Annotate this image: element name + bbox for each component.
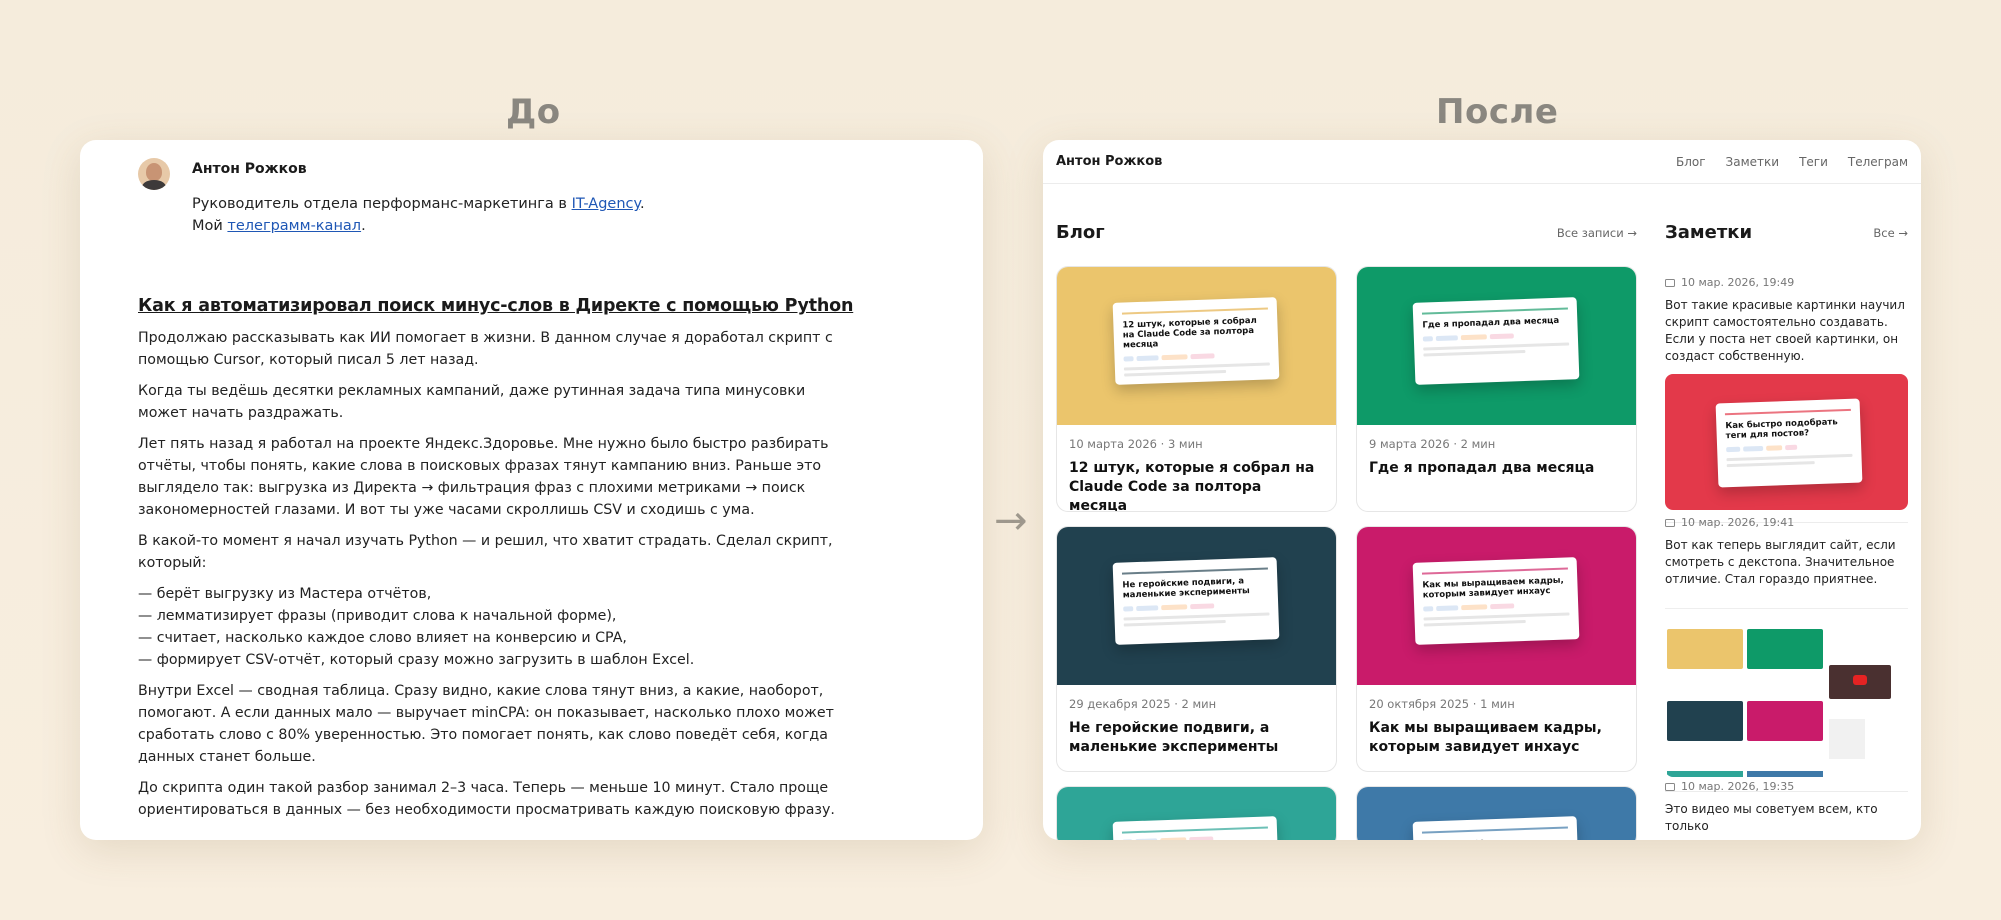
cover-title: 12 штук, которые я собрал на Claude Code… (1122, 315, 1257, 351)
blog-post-card[interactable] (1056, 786, 1337, 840)
note-item[interactable]: 10 мар. 2026, 19:35 Это видео мы советуе… (1665, 780, 1908, 835)
post-date: 10 марта 2026 (1069, 437, 1157, 451)
image-icon (1665, 518, 1675, 527)
cover-title: Как мы выращиваем кадры, которым завидуе… (1422, 575, 1564, 601)
article-paragraph: Продолжаю рассказывать как ИИ помогает в… (138, 330, 833, 368)
site-header: Антон Рожков Блог Заметки Теги Телеграм (1043, 140, 1921, 184)
blog-post-card[interactable]: 12 штук, которые я собрал на Claude Code… (1056, 266, 1337, 512)
telegram-channel-link[interactable]: телеграмм-канал (227, 218, 361, 234)
post-cover: Где я пропадал два месяца (1357, 267, 1636, 425)
post-meta: 9 марта 2026 · 2 мин (1369, 437, 1496, 451)
notes-section-header: Заметки Все → (1665, 222, 1908, 243)
before-label: До (506, 92, 561, 132)
author-description: Руководитель отдела перформанс-маркетинг… (192, 193, 645, 237)
blog-post-card[interactable]: Не геройские подвиги, а маленькие экспер… (1056, 526, 1337, 772)
post-read-time: 3 мин (1167, 437, 1203, 451)
before-screenshot: Антон Рожков Руководитель отдела перформ… (80, 140, 983, 840)
article: Как я автоматизировал поиск минус-слов в… (138, 296, 858, 830)
article-paragraph: — берёт выгрузку из Мастера отчётов, — л… (138, 586, 695, 668)
article-paragraph: До скрипта один такой разбор занимал 2–3… (138, 780, 835, 818)
author-name: Антон Рожков (192, 161, 307, 177)
nav-blog[interactable]: Блог (1676, 155, 1706, 169)
note-item[interactable]: 10 мар. 2026, 19:49 Вот такие красивые к… (1665, 276, 1908, 523)
note-date: 10 мар. 2026, 19:49 (1681, 276, 1795, 289)
cover-title: Не геройские подвиги, а маленькие экспер… (1122, 576, 1250, 601)
author-block: Антон Рожков Руководитель отдела перформ… (138, 156, 645, 237)
image-icon (1665, 278, 1675, 287)
channel-suffix: . (361, 218, 366, 234)
nav-telegram[interactable]: Телеграм (1848, 155, 1908, 169)
author-desc-suffix: . (640, 196, 645, 212)
all-posts-link[interactable]: Все записи → (1557, 226, 1637, 240)
post-read-time: 1 мин (1480, 697, 1515, 711)
blog-post-card[interactable]: Как мы выращиваем кадры, которым завидуе… (1356, 526, 1637, 772)
notes-title: Заметки (1665, 222, 1753, 243)
post-date: 29 декабря 2025 (1069, 697, 1171, 711)
arrow-right-icon: → (994, 498, 1028, 544)
post-cover: Немного про (1357, 787, 1636, 840)
post-cover: Как мы выращиваем кадры, которым завидуе… (1357, 527, 1636, 685)
note-text: Это видео мы советуем всем, кто только (1665, 802, 1878, 833)
after-screenshot: Антон Рожков Блог Заметки Теги Телеграм … (1043, 140, 1921, 840)
after-label: После (1436, 92, 1559, 132)
article-paragraph: Когда ты ведёшь десятки рекламных кампан… (138, 383, 806, 421)
nav-tags[interactable]: Теги (1799, 155, 1828, 169)
blog-section-header: Блог Все записи → (1056, 222, 1637, 243)
note-date: 10 мар. 2026, 19:41 (1681, 516, 1795, 529)
post-meta: 29 декабря 2025 · 2 мин (1069, 697, 1217, 711)
top-nav: Блог Заметки Теги Телеграм (1676, 155, 1908, 169)
blog-post-card[interactable]: Немного про (1356, 786, 1637, 840)
avatar (138, 158, 170, 190)
post-meta: 20 октября 2025 · 1 мин (1369, 697, 1515, 711)
post-title[interactable]: Как мы выращиваем кадры, которым завидуе… (1369, 719, 1624, 757)
cover-title: Где я пропадал два месяца (1422, 315, 1560, 331)
post-date: 20 октября 2025 (1369, 697, 1470, 711)
post-meta: 10 марта 2026 · 3 мин (1069, 437, 1203, 451)
post-date: 9 марта 2026 (1369, 437, 1450, 451)
note-cover-title: Как быстро подобрать теги для постов? (1725, 417, 1838, 442)
blog-title: Блог (1056, 222, 1105, 243)
note-text: Вот как теперь выглядит сайт, если смотр… (1665, 538, 1896, 586)
post-read-time: 2 мин (1181, 697, 1217, 711)
note-item[interactable]: 10 мар. 2026, 19:41 Вот как теперь выгля… (1665, 516, 1908, 792)
site-brand[interactable]: Антон Рожков (1056, 154, 1162, 169)
article-paragraph: В какой-то момент я начал изучать Python… (138, 533, 833, 571)
channel-prefix: Мой (192, 218, 228, 234)
note-date: 10 мар. 2026, 19:35 (1681, 780, 1795, 793)
post-read-time: 2 мин (1460, 437, 1496, 451)
note-cover-image[interactable]: Как быстро подобрать теги для постов? (1665, 374, 1908, 510)
article-paragraph: Лет пять назад я работал на проекте Янде… (138, 436, 829, 518)
post-cover: 12 штук, которые я собрал на Claude Code… (1057, 267, 1336, 425)
video-icon (1665, 782, 1675, 791)
article-paragraph: Внутри Excel — сводная таблица. Сразу ви… (138, 683, 834, 765)
cover-title: Немного про (1422, 834, 1568, 840)
post-title[interactable]: Где я пропадал два месяца (1369, 459, 1624, 478)
article-title-link[interactable]: Как я автоматизировал поиск минус-слов в… (138, 296, 858, 316)
company-link[interactable]: IT-Agency (572, 196, 640, 212)
post-cover (1057, 787, 1336, 840)
nav-notes[interactable]: Заметки (1726, 155, 1780, 169)
post-title[interactable]: Не геройские подвиги, а маленькие экспер… (1069, 719, 1324, 757)
note-site-screenshot[interactable] (1665, 599, 1908, 777)
post-title[interactable]: 12 штук, которые я собрал на Claude Code… (1069, 459, 1324, 511)
note-text: Вот такие красивые картинки научил скрип… (1665, 298, 1905, 363)
all-notes-link[interactable]: Все → (1873, 226, 1908, 240)
author-desc-text: Руководитель отдела перформанс-маркетинг… (192, 196, 572, 212)
post-cover: Не геройские подвиги, а маленькие экспер… (1057, 527, 1336, 685)
blog-post-card[interactable]: Где я пропадал два месяца 9 марта 2026 · … (1356, 266, 1637, 512)
